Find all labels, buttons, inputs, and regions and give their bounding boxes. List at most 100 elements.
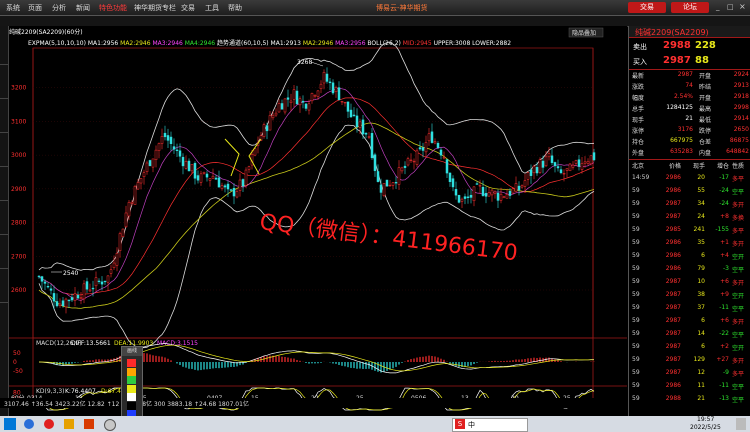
stat-label: 外盘: [632, 150, 645, 157]
tick-time: 59: [632, 213, 640, 220]
tick-position-change: -22: [719, 330, 729, 337]
candle-body: [574, 160, 578, 164]
tick-row: 59 2987 6 +2 空开: [629, 343, 750, 355]
color-swatch[interactable]: [127, 367, 136, 376]
candle-body: [187, 160, 191, 172]
candle-body: [289, 100, 293, 104]
color-swatch[interactable]: [127, 376, 136, 384]
tick-position-change: +2: [720, 343, 729, 350]
left-tab-rank[interactable]: [0, 234, 8, 269]
candle-body: [208, 178, 212, 181]
left-tab-profile[interactable]: [0, 200, 8, 235]
tick-position-change: -155: [715, 226, 729, 233]
candle-body: [40, 276, 44, 282]
candle-body: [73, 293, 77, 301]
tick-position-change: -11: [719, 382, 729, 389]
candle-body: [511, 188, 515, 194]
candle-body: [466, 196, 470, 198]
tick-price: 2987: [665, 317, 681, 324]
candle-body: [592, 152, 596, 161]
candle-body: [244, 169, 248, 186]
candle-body: [457, 195, 461, 203]
left-tab-technical[interactable]: [0, 98, 8, 133]
tick-price: 2987: [665, 291, 681, 298]
candle-body: [388, 184, 392, 187]
tick-nature: 多开: [732, 202, 745, 209]
quote-panel: 纯碱2209(SA2209) 卖出 2988 228 买入 2987 88 最新…: [628, 26, 750, 416]
left-tab-ticks[interactable]: [0, 132, 8, 167]
candle-body: [76, 295, 80, 299]
stat-label: 总手: [632, 106, 645, 113]
candle-body: [88, 289, 92, 292]
kd-k: K:76.4407: [65, 388, 96, 395]
tick-volume: 129: [693, 356, 705, 363]
candle-body: [277, 103, 281, 113]
left-tab-timeshare[interactable]: [0, 64, 8, 99]
candle-body: [265, 125, 269, 132]
candle-body: [385, 179, 389, 187]
tick-time: 59: [632, 343, 640, 350]
tick-price: 2987: [665, 330, 681, 337]
forum-button[interactable]: 论坛: [671, 2, 709, 13]
tick-position-change: +6: [720, 278, 729, 285]
menu-analysis[interactable]: 分析: [52, 3, 66, 13]
folder-icon[interactable]: [64, 419, 74, 429]
candle-body: [418, 147, 422, 150]
stat-value: 667975: [670, 137, 693, 144]
stat-value: 2987: [677, 71, 693, 78]
tick-row: 59 2987 12 -9 多平: [629, 369, 750, 381]
color-swatch[interactable]: [127, 384, 136, 393]
app-icon-1[interactable]: [24, 419, 34, 429]
menu-column[interactable]: 神华期货专栏: [134, 3, 176, 13]
menu-help[interactable]: 帮助: [228, 3, 242, 13]
menu-system[interactable]: 系统: [6, 3, 20, 13]
candle-body: [391, 182, 395, 186]
candle-body: [394, 182, 398, 184]
tick-header: 北京 价格 现手 增仓 性质: [629, 161, 750, 173]
tick-list: 北京 价格 现手 增仓 性质 14:59 2986 20 -17 多平 59 298…: [629, 161, 750, 411]
notification-icon[interactable]: [736, 418, 746, 430]
candle-body: [154, 149, 158, 160]
tick-row: 59 2988 21 -13 空平: [629, 395, 750, 407]
maximize-icon[interactable]: □: [727, 3, 734, 11]
candle-body: [64, 298, 68, 308]
trade-button[interactable]: 交易: [628, 2, 666, 13]
tick-price: 2986: [665, 187, 681, 194]
tick-position-change: -13: [719, 395, 729, 402]
tick-nature: 空平: [732, 189, 745, 196]
candle-body: [319, 83, 323, 90]
candle-body: [130, 201, 134, 204]
left-tab-quotes[interactable]: [0, 30, 8, 65]
color-swatch[interactable]: [127, 393, 136, 401]
indicator-11: UPPER:3008: [433, 40, 473, 47]
menu-trade[interactable]: 交易: [181, 3, 195, 13]
left-tab-options[interactable]: [0, 268, 8, 303]
left-tab-finance[interactable]: [0, 166, 8, 201]
candle-body: [136, 182, 140, 190]
powerpoint-icon[interactable]: [84, 419, 94, 429]
candle-body: [445, 159, 449, 174]
app-icon-2[interactable]: [44, 419, 54, 429]
low-label: 2540: [63, 270, 78, 277]
close-icon[interactable]: ×: [739, 2, 746, 11]
minimize-icon[interactable]: _: [716, 3, 720, 11]
candle-body: [262, 124, 266, 137]
candle-body: [124, 212, 128, 228]
app-icon-3[interactable]: [104, 419, 116, 431]
candle-body: [193, 162, 197, 179]
tick-volume: 21: [697, 395, 705, 402]
tick-row: 59 2985 241 -155 多平: [629, 226, 750, 238]
candle-body: [37, 275, 41, 278]
menu-news[interactable]: 新闻: [76, 3, 90, 13]
tick-price: 2987: [665, 304, 681, 311]
ime-toolbar[interactable]: S 中: [452, 418, 528, 432]
windows-start-icon[interactable]: [4, 418, 16, 430]
color-swatch[interactable]: [127, 401, 136, 410]
candle-body: [61, 300, 65, 307]
menu-tools[interactable]: 工具: [205, 3, 219, 13]
menu-features[interactable]: 特色功能: [99, 3, 127, 13]
color-swatch[interactable]: [127, 359, 136, 367]
menu-page[interactable]: 页面: [28, 3, 42, 13]
candle-body: [346, 101, 350, 112]
tick-time: 59: [632, 317, 640, 324]
